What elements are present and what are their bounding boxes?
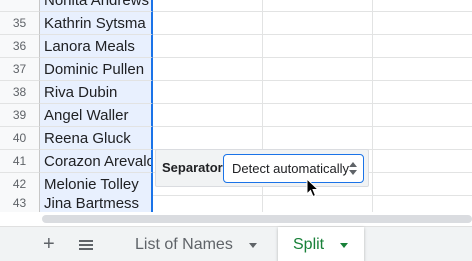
cell-empty[interactable] [263, 0, 373, 12]
cell-empty[interactable] [153, 81, 263, 104]
scrollbar-thumb[interactable] [42, 215, 472, 223]
table-row: 39 Angel Waller [0, 104, 472, 127]
cell-empty[interactable] [373, 127, 472, 150]
table-row: Nonita Andrews [0, 0, 472, 12]
table-row: 35 Kathrin Sytsma [0, 12, 472, 35]
cell-empty[interactable] [153, 58, 263, 81]
up-down-arrows-icon [349, 162, 357, 176]
cell-name[interactable]: Kathrin Sytsma [40, 12, 153, 35]
row-header[interactable]: 37 [0, 58, 40, 81]
tab-label: Split [293, 236, 325, 253]
cell-empty[interactable] [153, 192, 263, 212]
cell-name[interactable]: Angel Waller [40, 104, 153, 127]
cell-empty[interactable] [153, 35, 263, 58]
cell-empty[interactable] [373, 81, 472, 104]
cell-empty[interactable] [153, 0, 263, 12]
cell-empty[interactable] [373, 150, 472, 173]
table-row: 40 Reena Gluck [0, 127, 472, 150]
sheet-tab-bar: + List of Names Split [0, 226, 472, 261]
cell-name[interactable]: Dominic Pullen [40, 58, 153, 81]
cell-empty[interactable] [153, 12, 263, 35]
split-text-separator-box: Separator: Detect automatically [155, 149, 369, 187]
cell-empty[interactable] [153, 127, 263, 150]
cell-empty[interactable] [153, 104, 263, 127]
row-header[interactable]: 36 [0, 35, 40, 58]
chevron-down-icon[interactable] [340, 243, 348, 248]
cell-name[interactable]: Riva Dubin [40, 81, 153, 104]
cell-empty[interactable] [263, 12, 373, 35]
row-header[interactable] [0, 0, 40, 12]
cell-empty[interactable] [263, 127, 373, 150]
cell-name[interactable]: Reena Gluck [40, 127, 153, 150]
mouse-cursor-icon [306, 178, 320, 198]
table-row: 37 Dominic Pullen [0, 58, 472, 81]
cell-name[interactable]: Nonita Andrews [40, 0, 153, 12]
cell-empty[interactable] [263, 104, 373, 127]
separator-dropdown[interactable]: Detect automatically [223, 154, 364, 183]
cell-empty[interactable] [373, 35, 472, 58]
separator-selected-value: Detect automatically [232, 161, 350, 176]
cell-name[interactable]: Corazon Arevalo [40, 150, 153, 173]
cell-empty[interactable] [263, 81, 373, 104]
plus-icon[interactable]: + [43, 234, 55, 254]
row-header[interactable]: 35 [0, 12, 40, 35]
row-header[interactable]: 43 [0, 192, 40, 212]
cell-empty[interactable] [263, 58, 373, 81]
tab-label: List of Names [135, 236, 233, 253]
cell-name[interactable]: Jina Bartmess [40, 192, 153, 212]
cell-name[interactable]: Lanora Meals [40, 35, 153, 58]
cell-empty[interactable] [373, 0, 472, 12]
horizontal-scrollbar[interactable] [0, 212, 472, 226]
cell-empty[interactable] [373, 104, 472, 127]
table-row: 36 Lanora Meals [0, 35, 472, 58]
table-row: 38 Riva Dubin [0, 81, 472, 104]
row-header[interactable]: 41 [0, 150, 40, 173]
row-header[interactable]: 39 [0, 104, 40, 127]
table-row: 43 Jina Bartmess [0, 192, 472, 212]
cell-empty[interactable] [373, 192, 472, 212]
chevron-down-icon[interactable] [249, 243, 257, 248]
list-icon[interactable] [79, 240, 93, 250]
cell-empty[interactable] [373, 12, 472, 35]
tab-split[interactable]: Split [278, 227, 364, 261]
cell-empty[interactable] [373, 58, 472, 81]
separator-label: Separator: [162, 160, 228, 175]
row-header[interactable]: 40 [0, 127, 40, 150]
tab-list-of-names[interactable]: List of Names [120, 227, 275, 261]
row-header[interactable]: 38 [0, 81, 40, 104]
cell-empty[interactable] [263, 35, 373, 58]
